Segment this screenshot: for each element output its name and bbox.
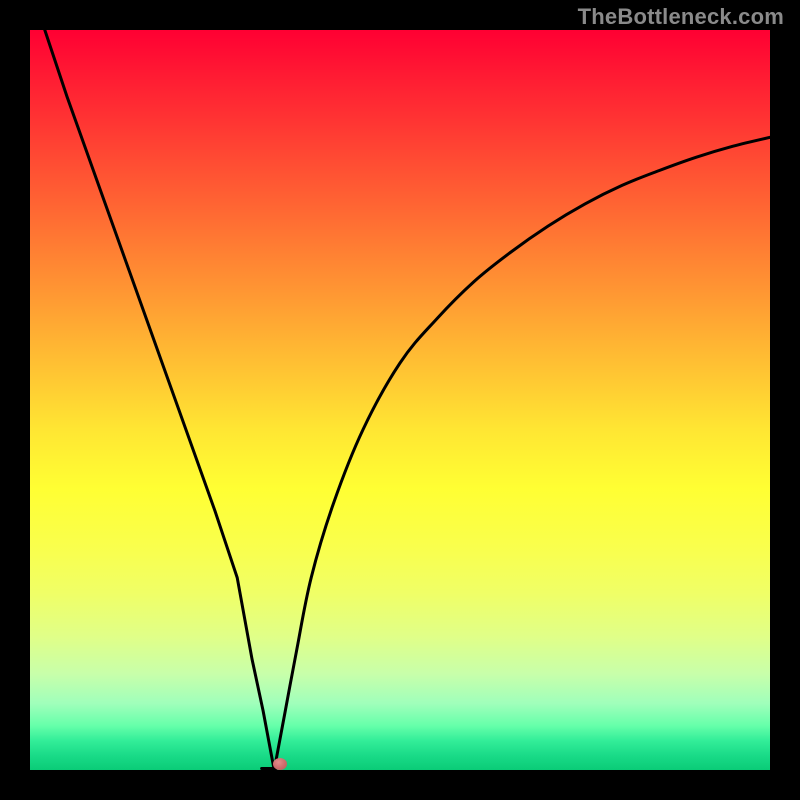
curve-svg: [30, 30, 770, 770]
watermark-text: TheBottleneck.com: [578, 4, 784, 30]
bottleneck-curve: [45, 30, 770, 770]
plot-area: [30, 30, 770, 770]
minimum-marker: [273, 758, 287, 770]
chart-container: TheBottleneck.com: [0, 0, 800, 800]
